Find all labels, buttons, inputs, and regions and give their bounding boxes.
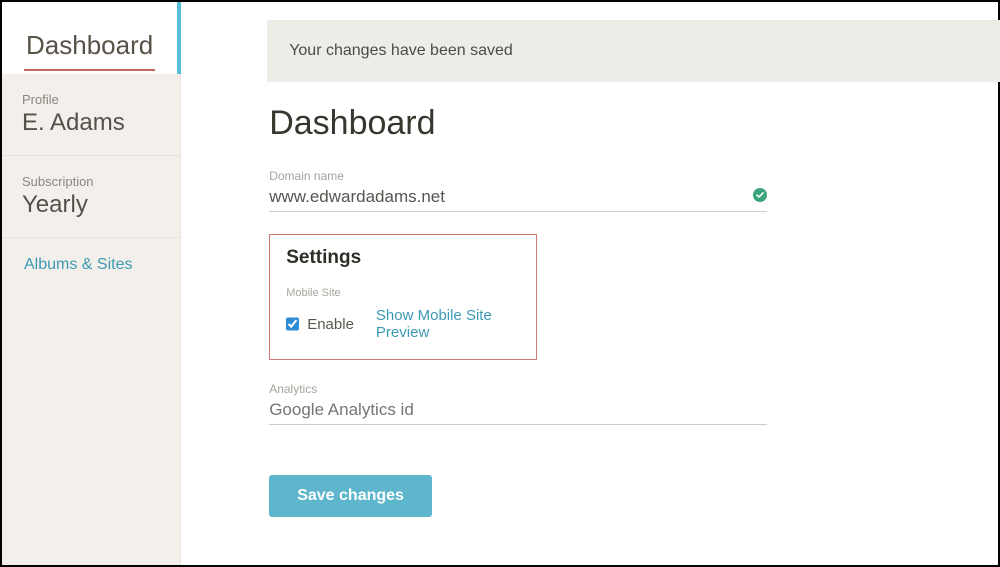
page-title: Dashboard	[269, 104, 997, 143]
mobile-enable-row: Enable Show Mobile Site Preview	[286, 307, 518, 341]
sidebar: Dashboard Profile E. Adams Subscription …	[2, 2, 181, 565]
domain-label: Domain name	[269, 169, 997, 183]
settings-subtitle: Mobile Site	[286, 287, 518, 299]
domain-field-group: Domain name	[269, 169, 997, 212]
sidebar-subscription-value: Yearly	[22, 191, 160, 219]
domain-row	[269, 185, 767, 212]
content: Your changes have been saved Dashboard D…	[181, 2, 1000, 565]
analytics-field-group: Analytics	[269, 382, 997, 425]
check-circle-icon	[753, 188, 767, 207]
sidebar-albums-link[interactable]: Albums & Sites	[2, 238, 180, 292]
sidebar-profile-value: E. Adams	[22, 109, 160, 137]
layout: Dashboard Profile E. Adams Subscription …	[2, 2, 998, 565]
settings-title: Settings	[286, 247, 518, 269]
flash-message: Your changes have been saved	[267, 20, 1000, 82]
sidebar-tab-dashboard[interactable]: Dashboard	[2, 2, 181, 74]
domain-input[interactable]	[269, 185, 753, 209]
main: Dashboard Domain name Sett	[181, 82, 1000, 517]
settings-box: Settings Mobile Site Enable Show Mobile …	[269, 234, 537, 360]
mobile-enable-label: Enable	[307, 316, 354, 333]
sidebar-item-subscription[interactable]: Subscription Yearly	[2, 156, 180, 238]
app-frame: Dashboard Profile E. Adams Subscription …	[0, 0, 1000, 567]
analytics-input[interactable]	[269, 398, 767, 422]
mobile-preview-link[interactable]: Show Mobile Site Preview	[376, 307, 518, 341]
sidebar-tab-title: Dashboard	[24, 20, 155, 71]
sidebar-subscription-label: Subscription	[22, 174, 160, 189]
save-button[interactable]: Save changes	[269, 475, 432, 517]
sidebar-item-profile[interactable]: Profile E. Adams	[2, 74, 180, 156]
mobile-enable-checkbox[interactable]	[286, 317, 299, 331]
analytics-label: Analytics	[269, 382, 997, 396]
sidebar-profile-label: Profile	[22, 92, 160, 107]
analytics-row	[269, 398, 767, 425]
